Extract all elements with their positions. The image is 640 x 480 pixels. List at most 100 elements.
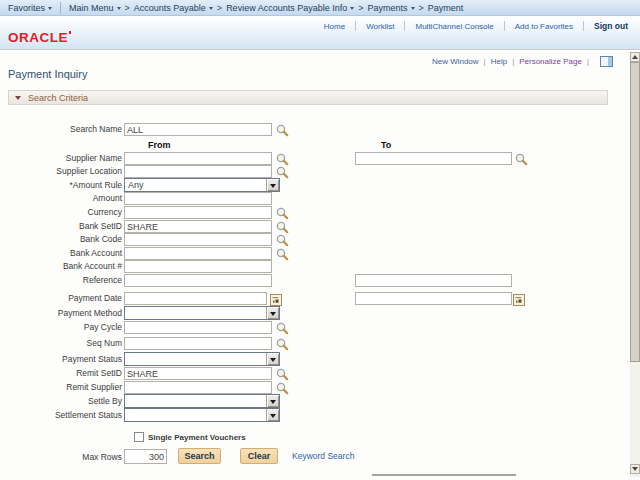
supplier_location-input[interactable] <box>124 165 272 178</box>
single-payment-vouchers-label: Single Payment Vouchers <box>148 433 246 442</box>
settlement_status-dropdown-arrow-icon[interactable] <box>266 409 279 421</box>
settle_by-dropdown-arrow-icon[interactable] <box>266 395 279 407</box>
scroll-up-icon[interactable] <box>630 52 640 62</box>
seq_num-input[interactable] <box>124 337 272 350</box>
oracle-logo: ORACLE <box>8 30 68 45</box>
remit_supplier-label: Remit Supplier <box>0 381 122 394</box>
breadcrumb-item-main-menu[interactable]: Main Menu <box>69 3 121 13</box>
utility-link-new-window[interactable]: New Window <box>432 57 479 66</box>
payment-inquiry-page: Favorites Main Menu > Accounts Payable > Revi… <box>0 0 640 480</box>
breadcrumb-item-label: Review Accounts Payable Info <box>226 3 347 13</box>
collapse-triangle-icon[interactable] <box>15 96 21 100</box>
supplier_name-to-lookup-icon[interactable] <box>515 152 528 170</box>
search_name-lookup-icon[interactable] <box>276 123 289 141</box>
amount_rule-dropdown-arrow-icon[interactable] <box>266 179 279 191</box>
reference-input-to[interactable] <box>355 274 512 287</box>
remit_setid-label: Remit SetID <box>0 367 122 380</box>
amount_rule-label: *Amount Rule <box>0 179 122 192</box>
header-link-separator <box>583 21 584 31</box>
reference-label: Reference <box>0 274 122 287</box>
supplier_name-input-to[interactable] <box>355 152 512 165</box>
payment_status-select[interactable] <box>124 352 280 366</box>
from-column-header: From <box>148 140 171 150</box>
settlement_status-select[interactable] <box>124 408 280 422</box>
header-link-home[interactable]: Home <box>324 22 345 31</box>
settle_by-select[interactable] <box>124 394 280 408</box>
amount_rule-select[interactable]: Any <box>124 178 280 192</box>
breadcrumb-item-payments[interactable]: Payments <box>367 3 414 13</box>
payment_method-dropdown-arrow-icon[interactable] <box>266 307 279 319</box>
search_name-input[interactable] <box>124 123 272 136</box>
header-link-worklist[interactable]: Worklist <box>366 22 394 31</box>
search-criteria-label: Search Criteria <box>28 93 88 103</box>
payment_date-input-to[interactable] <box>355 292 512 305</box>
seq_num-label: Seq Num <box>0 337 122 350</box>
payment_date-input[interactable] <box>124 292 267 305</box>
header-link-separator <box>355 21 356 31</box>
utility-separator: | <box>512 57 514 66</box>
settlement_status-label: Settlement Status <box>0 409 122 422</box>
supplier_name-input[interactable] <box>124 152 272 165</box>
chevron-down-icon <box>48 7 52 12</box>
header-band: ORACLE Home Worklist MultiChannel Console A… <box>0 16 640 50</box>
supplier_location-label: Supplier Location <box>0 165 122 178</box>
bank_account_num-input[interactable] <box>124 260 272 273</box>
bank_account-lookup-icon[interactable] <box>276 247 289 265</box>
breadcrumb-item-favorites[interactable]: Favorites <box>8 3 52 13</box>
reference-input[interactable] <box>124 274 272 287</box>
pay_cycle-input[interactable] <box>124 321 272 334</box>
utility-link-help[interactable]: Help <box>491 57 507 66</box>
payment_status-label: Payment Status <box>0 353 122 366</box>
single-payment-vouchers-checkbox[interactable] <box>134 432 144 442</box>
bank_account_num-label: Bank Account # <box>0 260 122 273</box>
amount-input[interactable] <box>124 192 272 205</box>
bank_code-input[interactable] <box>124 233 272 246</box>
search-criteria-header[interactable]: Search Criteria <box>8 90 608 105</box>
bank_setid-input[interactable] <box>124 220 272 233</box>
chevron-down-icon <box>411 7 415 12</box>
breadcrumb-item-review-accounts-payable-info[interactable]: Review Accounts Payable Info <box>226 3 354 13</box>
bank_account-input[interactable] <box>124 247 272 260</box>
remit_setid-input[interactable] <box>124 367 272 380</box>
payment_date-to-calendar-icon[interactable] <box>513 292 525 310</box>
breadcrumb-arrow: > <box>125 3 130 13</box>
max-rows-label: Max Rows <box>0 451 122 464</box>
payment_method-label: Payment Method <box>0 307 122 320</box>
currency-label: Currency <box>0 206 122 219</box>
amount_rule-select-value: Any <box>128 179 144 191</box>
breadcrumb-separator <box>60 2 61 14</box>
currency-input[interactable] <box>124 206 272 219</box>
sign-out-link[interactable]: Sign out <box>594 21 628 31</box>
clear-button[interactable]: Clear <box>240 448 278 464</box>
payment_status-dropdown-arrow-icon[interactable] <box>266 353 279 365</box>
bank_account-label: Bank Account <box>0 247 122 260</box>
utility-link-personalize-page[interactable]: Personalize Page <box>519 57 582 66</box>
breadcrumb-item-accounts-payable[interactable]: Accounts Payable <box>134 3 213 13</box>
search-button[interactable]: Search <box>178 448 221 464</box>
breadcrumb: Favorites Main Menu > Accounts Payable > Revi… <box>0 0 640 16</box>
header-link-multichannel-console[interactable]: MultiChannel Console <box>415 22 493 31</box>
breadcrumb-item-label: Main Menu <box>69 3 114 13</box>
keyword-search-link[interactable]: Keyword Search <box>292 451 354 461</box>
scroll-down-icon[interactable] <box>630 464 640 474</box>
scrollbar-thumb[interactable] <box>630 62 640 362</box>
amount-label: Amount <box>0 192 122 205</box>
supplier_name-label: Supplier Name <box>0 152 122 165</box>
remit_supplier-input[interactable] <box>124 381 272 394</box>
chevron-down-icon <box>117 7 121 12</box>
utility-separator: | <box>587 57 589 66</box>
breadcrumb-item-label: Accounts Payable <box>134 3 206 13</box>
payment_method-select[interactable] <box>124 306 280 320</box>
max-rows-input[interactable] <box>124 449 167 464</box>
bank_setid-label: Bank SetID <box>0 220 122 233</box>
breadcrumb-item-payment[interactable]: Payment <box>428 3 464 13</box>
new-window-grid-icon[interactable] <box>600 56 613 67</box>
header-link-add-to-favorites[interactable]: Add to Favorites <box>515 22 573 31</box>
breadcrumb-arrow: > <box>358 3 363 13</box>
chevron-down-icon <box>209 7 213 12</box>
oracle-logo-mark <box>69 31 71 34</box>
vertical-scrollbar[interactable] <box>630 52 640 477</box>
header-links: Home Worklist MultiChannel Console Add to F… <box>324 21 628 31</box>
settle_by-label: Settle By <box>0 395 122 408</box>
breadcrumb-arrow: > <box>419 3 424 13</box>
